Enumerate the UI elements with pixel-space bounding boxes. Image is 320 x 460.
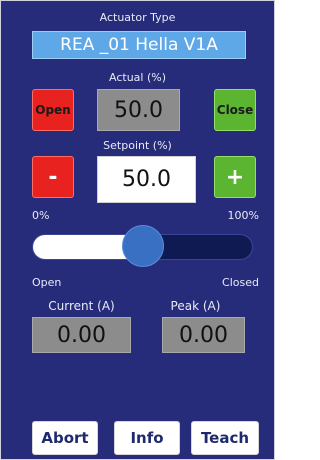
actuator-control-panel: Actuator Type REA _01 Hella V1A Actual (… [0,0,275,460]
abort-button[interactable]: Abort [32,421,98,455]
setpoint-input[interactable]: 50.0 [97,156,196,203]
slider-open-label: Open [32,276,62,289]
peak-readout: 0.00 [162,317,245,353]
actual-readout: 50.0 [97,89,180,131]
actuator-type-field[interactable]: REA _01 Hella V1A [32,31,246,59]
teach-button[interactable]: Teach [191,421,259,455]
setpoint-max-label: 100% [227,209,259,222]
plus-icon: + [225,164,245,190]
decrease-button[interactable]: - [32,156,74,198]
info-button-label: Info [130,429,164,447]
minus-icon: - [48,164,58,190]
actual-label: Actual (%) [109,71,166,84]
setpoint-label: Setpoint (%) [103,139,172,152]
info-button[interactable]: Info [114,421,180,455]
abort-button-label: Abort [41,429,89,447]
current-label: Current (A) [48,299,115,313]
peak-label: Peak (A) [170,299,221,313]
setpoint-min-label: 0% [32,209,50,222]
slider-closed-label: Closed [222,276,259,289]
teach-button-label: Teach [200,429,250,447]
open-button[interactable]: Open [32,89,74,131]
open-button-label: Open [35,103,71,117]
increase-button[interactable]: + [214,156,256,198]
close-button[interactable]: Close [214,89,256,131]
actuator-type-label: Actuator Type [99,11,176,24]
current-readout: 0.00 [32,317,131,353]
close-button-label: Close [216,103,254,117]
position-slider-thumb[interactable] [121,225,164,267]
